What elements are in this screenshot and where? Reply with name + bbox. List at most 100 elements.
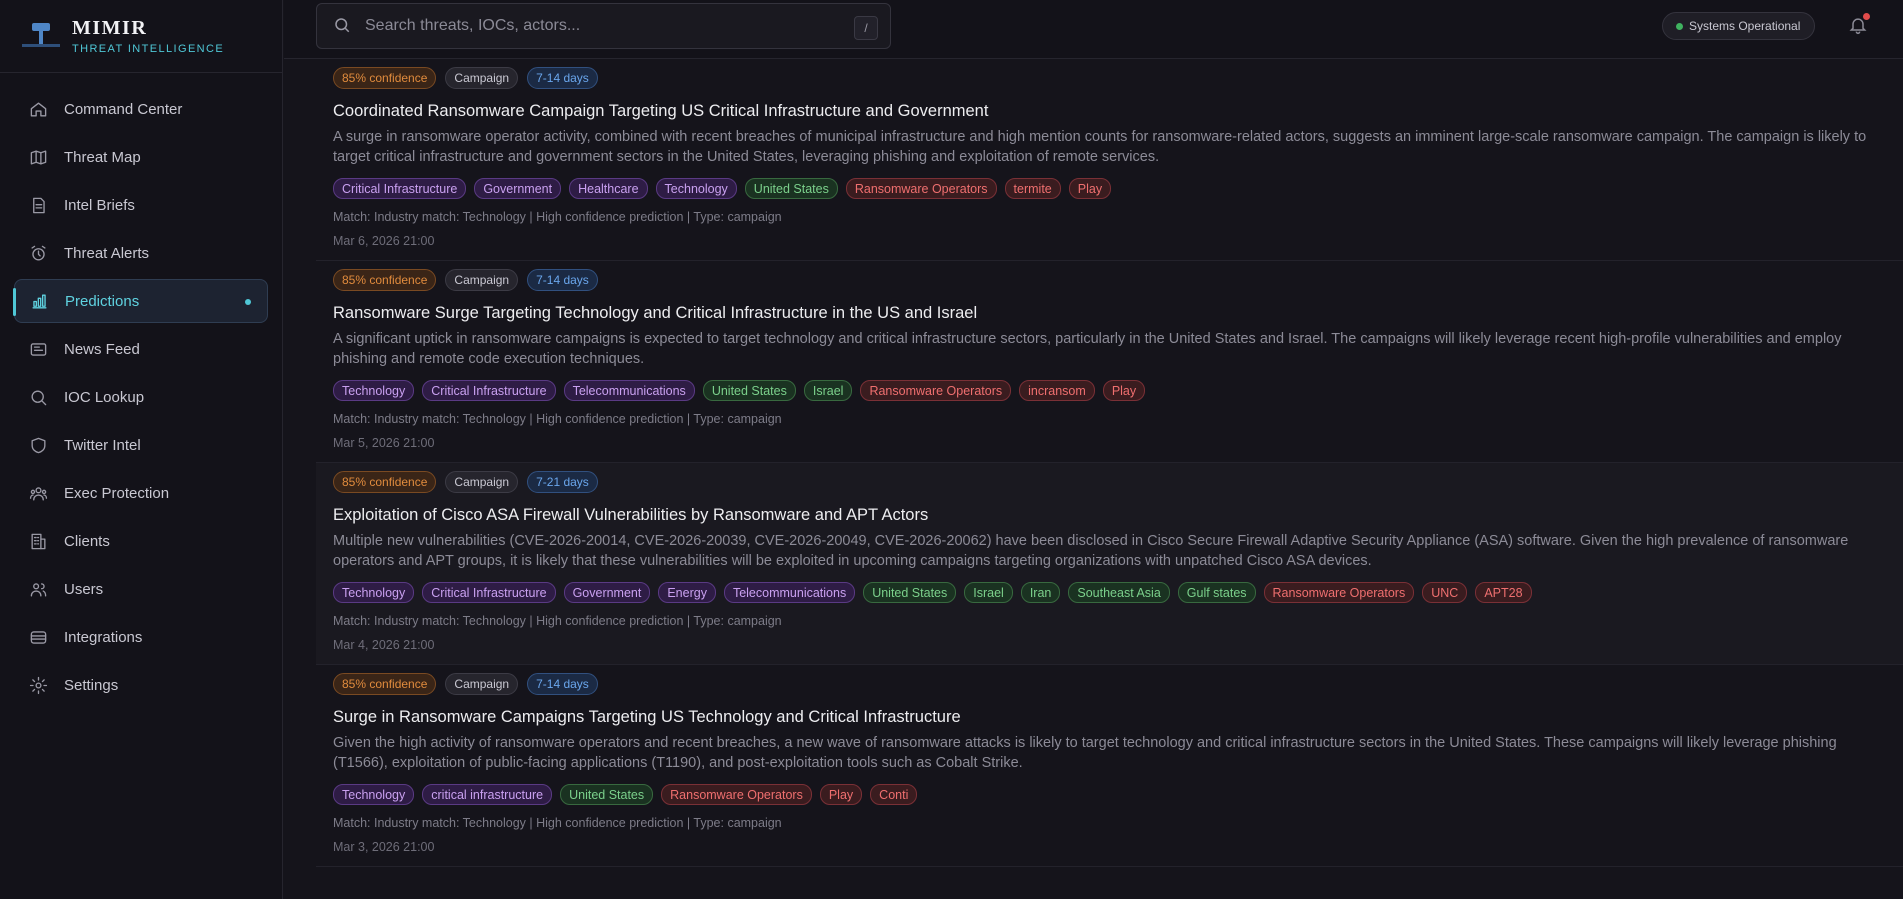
notifications-bell-icon[interactable] (1846, 13, 1870, 37)
tag-actor[interactable]: incransom (1019, 380, 1095, 401)
sidebar-item-label: News Feed (64, 340, 140, 358)
prediction-card[interactable]: 85% confidence Campaign 7-14 days Surge in … (316, 665, 1903, 867)
sidebar-item-label: Integrations (64, 628, 143, 646)
sidebar-item-label: Settings (64, 676, 119, 694)
sidebar-item-settings[interactable]: Settings (14, 663, 268, 707)
match-reason: Match: Industry match: Technology | High… (333, 614, 782, 628)
tag-geo[interactable]: United States (560, 784, 654, 805)
shield-icon (28, 435, 48, 455)
search-icon (333, 16, 351, 37)
tag-geo[interactable]: Israel (803, 380, 853, 401)
tag-actor[interactable]: termite (1004, 178, 1061, 199)
brand-name: MIMIR (72, 17, 148, 39)
tag-industry[interactable]: Technology (655, 178, 737, 199)
prediction-description: A surge in ransomware operator activity,… (333, 129, 1867, 165)
sidebar-item-label: Threat Map (64, 148, 141, 166)
sidebar-item-label: Exec Protection (64, 484, 170, 502)
sidebar-item-ioc-lookup[interactable]: IOC Lookup (14, 375, 268, 419)
tag-industry[interactable]: Critical Infrastructure (333, 178, 467, 199)
tag-actor[interactable]: Conti (870, 784, 918, 805)
tag-industry[interactable]: Critical Infrastructure (422, 582, 556, 603)
sidebar-item-label: Predictions (65, 292, 140, 310)
time-window-badge: 7-14 days (527, 67, 598, 89)
sidebar-item-label: Threat Alerts (64, 244, 150, 262)
confidence-badge: 85% confidence (333, 269, 437, 291)
tag-actor[interactable]: UNC (1422, 582, 1468, 603)
prediction-title[interactable]: Ransomware Surge Targeting Technology an… (333, 303, 1903, 323)
newspaper-icon (28, 339, 48, 359)
sidebar-item-integrations[interactable]: Integrations (14, 615, 268, 659)
tag-industry[interactable]: Government (474, 178, 562, 199)
confidence-badge: 85% confidence (333, 673, 437, 695)
tag-geo[interactable]: Gulf states (1177, 582, 1256, 603)
tag-industry[interactable]: Government (563, 582, 651, 603)
prediction-type-badge: Campaign (445, 269, 519, 291)
tag-industry[interactable]: Healthcare (569, 178, 648, 199)
sidebar-item-twitter-intel[interactable]: Twitter Intel (14, 423, 268, 467)
tag-actor[interactable]: Ransomware Operators (845, 178, 997, 199)
system-status-badge[interactable]: Systems Operational (1662, 12, 1816, 40)
tag-industry[interactable]: Telecommunications (723, 582, 856, 603)
tag-actor[interactable]: Play (1068, 178, 1112, 199)
prediction-title[interactable]: Surge in Ransomware Campaigns Targeting … (333, 707, 1903, 727)
tag-industry[interactable]: Telecommunications (563, 380, 695, 401)
bar-chart-icon (29, 291, 49, 311)
tag-actor[interactable]: Ransomware Operators (860, 380, 1012, 401)
sidebar-item-users[interactable]: Users (14, 567, 268, 611)
sidebar-item-clients[interactable]: Clients (14, 519, 268, 563)
sidebar-item-news-feed[interactable]: News Feed (14, 327, 268, 371)
tag-actor[interactable]: Play (819, 784, 863, 805)
tag-geo[interactable]: Iran (1020, 582, 1061, 603)
prediction-title[interactable]: Exploitation of Cisco ASA Firewall Vulne… (333, 505, 1903, 525)
sidebar-item-label: Clients (64, 532, 110, 550)
prediction-type-badge: Campaign (445, 67, 519, 89)
sidebar-item-exec-protection[interactable]: Exec Protection (14, 471, 268, 515)
prediction-card[interactable]: 85% confidence Campaign 7-21 days Exploitat… (316, 463, 1903, 665)
sidebar-item-threat-alerts[interactable]: Threat Alerts (14, 231, 268, 275)
alarm-icon (28, 243, 48, 263)
sidebar: MIMIR THREAT INTELLIGENCE Command Center… (0, 0, 283, 899)
tag-list: Technology Critical Infrastructure Governm… (333, 582, 1903, 603)
tag-industry[interactable]: Technology (333, 380, 415, 401)
sidebar-item-intel-briefs[interactable]: Intel Briefs (14, 183, 268, 227)
tag-geo[interactable]: Southeast Asia (1068, 582, 1170, 603)
tag-actor[interactable]: APT28 (1475, 582, 1532, 603)
tag-geo[interactable]: United States (702, 380, 796, 401)
prediction-title[interactable]: Coordinated Ransomware Campaign Targetin… (333, 101, 1903, 121)
topbar: / Systems Operational (284, 0, 1903, 59)
active-indicator-dot (245, 299, 251, 305)
sidebar-item-predictions[interactable]: Predictions (13, 279, 268, 323)
prediction-description: A significant uptick in ransomware campa… (333, 331, 1842, 367)
confidence-badge: 85% confidence (333, 471, 437, 493)
sidebar-item-label: Twitter Intel (64, 436, 141, 454)
sidebar-item-label: Command Center (64, 100, 183, 118)
prediction-card[interactable]: 85% confidence Campaign 7-14 days Coordinat… (316, 59, 1903, 261)
search-input[interactable] (365, 17, 845, 35)
search-bar[interactable]: / (316, 3, 891, 49)
sidebar-item-threat-map[interactable]: Threat Map (14, 135, 268, 179)
brand[interactable]: MIMIR THREAT INTELLIGENCE (0, 0, 282, 73)
tag-industry[interactable]: Critical Infrastructure (422, 380, 556, 401)
sidebar-item-command-center[interactable]: Command Center (14, 87, 268, 131)
match-reason: Match: Industry match: Technology | High… (333, 816, 782, 830)
gear-icon (28, 675, 48, 695)
tag-geo[interactable]: United States (744, 178, 838, 199)
tag-actor[interactable]: Play (1102, 380, 1146, 401)
logo-icon (20, 20, 60, 52)
prediction-card[interactable]: 85% confidence Campaign 7-14 days Ransomwar… (316, 261, 1903, 463)
tag-industry[interactable]: Technology (333, 582, 415, 603)
match-reason: Match: Industry match: Technology | High… (333, 210, 782, 224)
database-icon (28, 627, 48, 647)
tag-actor[interactable]: Ransomware Operators (1263, 582, 1415, 603)
brand-subtitle: THREAT INTELLIGENCE (72, 43, 225, 55)
prediction-description: Given the high activity of ransomware op… (333, 735, 1837, 771)
home-icon (28, 99, 48, 119)
tag-industry[interactable]: critical infrastructure (422, 784, 553, 805)
tag-industry[interactable]: Technology (333, 784, 415, 805)
building-icon (28, 531, 48, 551)
tag-industry[interactable]: Energy (658, 582, 716, 603)
tag-geo[interactable]: Israel (964, 582, 1013, 603)
tag-geo[interactable]: United States (863, 582, 957, 603)
tag-actor[interactable]: Ransomware Operators (661, 784, 812, 805)
time-window-badge: 7-14 days (527, 673, 598, 695)
